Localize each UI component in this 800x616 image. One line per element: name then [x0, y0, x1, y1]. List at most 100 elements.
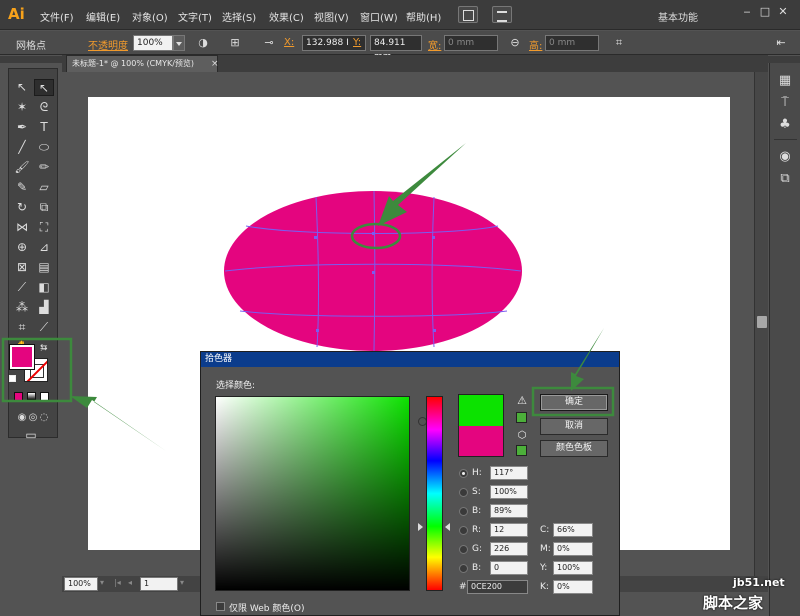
blend-tool-icon[interactable]: ◧ [34, 279, 54, 296]
hue-slider[interactable] [426, 396, 443, 591]
hue-slider-right-arrow[interactable] [445, 523, 450, 531]
link-icon[interactable]: ⊖ [508, 36, 522, 50]
transform-icon[interactable]: ⌗ [612, 36, 626, 50]
reference-point-icon[interactable]: ⊞ [228, 36, 242, 50]
draw-inside-icon[interactable]: ◌ [34, 409, 54, 426]
rotate-tool-icon[interactable]: ↻ [12, 199, 32, 216]
zoom-level-field[interactable]: 100% [64, 577, 98, 591]
close-button[interactable]: ✕ [775, 4, 791, 20]
slice-tool-icon[interactable]: ⟋ [34, 319, 54, 336]
gradient-mode-swatch[interactable] [27, 392, 36, 401]
type-tool-icon[interactable]: T [34, 119, 54, 136]
direct-selection-tool-icon[interactable]: ↖ [34, 79, 54, 96]
maximize-button[interactable]: □ [757, 4, 773, 20]
black-input[interactable]: 0% [553, 580, 593, 594]
blue-input[interactable]: 0 [490, 561, 528, 575]
mesh-tool-icon[interactable]: ⊠ [12, 259, 32, 276]
color-mode-swatch[interactable] [14, 392, 23, 401]
height-input[interactable]: 0 mm [545, 35, 599, 51]
zoom-dropdown-icon[interactable]: ▾ [100, 578, 104, 587]
line-tool-icon[interactable]: ╱ [12, 139, 32, 156]
scale-tool-icon[interactable]: ⧉ [34, 199, 54, 216]
symbols-panel-icon[interactable]: ♣ [777, 117, 793, 133]
saturation-radio[interactable] [459, 488, 468, 497]
opacity-dropdown[interactable] [173, 35, 185, 51]
y-coordinate-input[interactable]: 84.911 mm [370, 35, 422, 62]
red-radio[interactable] [459, 526, 468, 535]
previous-artboard-icon[interactable]: ◂ [128, 578, 132, 587]
workspace-switcher[interactable]: 基本功能 [658, 9, 698, 24]
green-radio[interactable] [459, 545, 468, 554]
document-tab[interactable]: 未标题-1* @ 100% (CMYK/预览) × [66, 55, 219, 72]
green-input[interactable]: 226 [490, 542, 528, 556]
gradient-tool-icon[interactable]: ▤ [34, 259, 54, 276]
yellow-input[interactable]: 100% [553, 561, 593, 575]
shape-builder-tool-icon[interactable]: ⊕ [12, 239, 32, 256]
pencil-tool-icon[interactable]: ✏ [34, 159, 54, 176]
first-artboard-icon[interactable]: |◂ [114, 578, 121, 587]
hex-input[interactable]: 0CE200 [467, 580, 528, 594]
screen-mode-icon[interactable]: ▭ [21, 427, 41, 444]
opacity-input[interactable]: 100% [133, 35, 173, 51]
magenta-input[interactable]: 0% [553, 542, 593, 556]
artboard-tool-icon[interactable]: ⌗ [12, 319, 32, 336]
menu-help[interactable]: 帮助(H) [406, 9, 441, 24]
lasso-tool-icon[interactable]: ᘓ [34, 99, 54, 116]
hue-radio[interactable] [459, 469, 468, 478]
none-mode-swatch[interactable] [40, 392, 49, 401]
scrollbar-thumb[interactable] [757, 316, 767, 328]
appearance-panel-icon[interactable]: ◉ [777, 149, 793, 165]
out-of-gamut-warning-icon[interactable]: ⚠ [516, 395, 528, 407]
blob-brush-tool-icon[interactable]: ✎ [12, 179, 32, 196]
menu-select[interactable]: 选择(S) [222, 9, 256, 24]
cyan-input[interactable]: 66% [553, 523, 593, 537]
gamut-color-swatch[interactable] [516, 412, 527, 423]
red-input[interactable]: 12 [490, 523, 528, 537]
web-safe-color-swatch[interactable] [516, 445, 527, 456]
perspective-grid-tool-icon[interactable]: ⊿ [34, 239, 54, 256]
eraser-tool-icon[interactable]: ▱ [34, 179, 54, 196]
artboard-dropdown-icon[interactable]: ▾ [180, 578, 184, 587]
saturation-input[interactable]: 100% [490, 485, 528, 499]
web-safe-cube-icon[interactable]: ⬡ [516, 430, 528, 442]
menu-file[interactable]: 文件(F) [40, 9, 74, 24]
menu-edit[interactable]: 编辑(E) [86, 9, 120, 24]
menu-object[interactable]: 对象(O) [132, 9, 168, 24]
artboard-number-field[interactable]: 1 [140, 577, 178, 591]
blue-radio[interactable] [459, 564, 468, 573]
brightness-radio[interactable] [459, 507, 468, 516]
eyedropper-tool-icon[interactable]: ⟋ [12, 279, 32, 296]
layers-panel-icon[interactable]: ⧉ [777, 171, 793, 187]
default-colors-icon[interactable] [9, 375, 16, 382]
color-swatches-button[interactable]: 颜色色板 [540, 440, 608, 457]
menu-type[interactable]: 文字(T) [178, 9, 212, 24]
hue-input[interactable]: 117° [490, 466, 528, 480]
menu-window[interactable]: 窗口(W) [360, 9, 398, 24]
width-tool-icon[interactable]: ⋈ [12, 219, 32, 236]
bridge-button[interactable] [458, 6, 478, 23]
free-transform-tool-icon[interactable]: ⛶ [34, 219, 54, 236]
menu-effect[interactable]: 效果(C) [269, 9, 304, 24]
selection-tool-icon[interactable]: ↖ [12, 79, 32, 96]
vertical-scrollbar[interactable] [754, 72, 768, 576]
cancel-button[interactable]: 取消 [540, 418, 608, 435]
arrange-documents-button[interactable] [492, 6, 512, 23]
minimize-button[interactable]: ‒ [739, 4, 755, 20]
recolor-icon[interactable]: ◑ [196, 36, 210, 50]
opacity-label[interactable]: 不透明度 [88, 37, 128, 52]
brightness-input[interactable]: 89% [490, 504, 528, 518]
color-panel-icon[interactable]: ▦ [777, 73, 793, 89]
ok-button[interactable]: 确定 [540, 394, 608, 411]
graph-tool-icon[interactable]: ▟ [34, 299, 54, 316]
web-colors-only-checkbox[interactable] [216, 602, 225, 611]
color-field[interactable] [215, 396, 427, 591]
pen-tool-icon[interactable]: ✒ [12, 119, 32, 136]
original-color-preview[interactable] [458, 426, 504, 457]
magic-wand-tool-icon[interactable]: ✶ [12, 99, 32, 116]
ellipse-tool-icon[interactable]: ⬭ [34, 139, 54, 156]
fill-color-swatch[interactable] [10, 345, 34, 369]
paintbrush-tool-icon[interactable]: 🖌 [12, 159, 32, 176]
panel-menu-icon[interactable]: ⇤ [774, 36, 788, 50]
menu-view[interactable]: 视图(V) [314, 9, 349, 24]
swap-colors-icon[interactable]: ⇆ [40, 343, 48, 353]
